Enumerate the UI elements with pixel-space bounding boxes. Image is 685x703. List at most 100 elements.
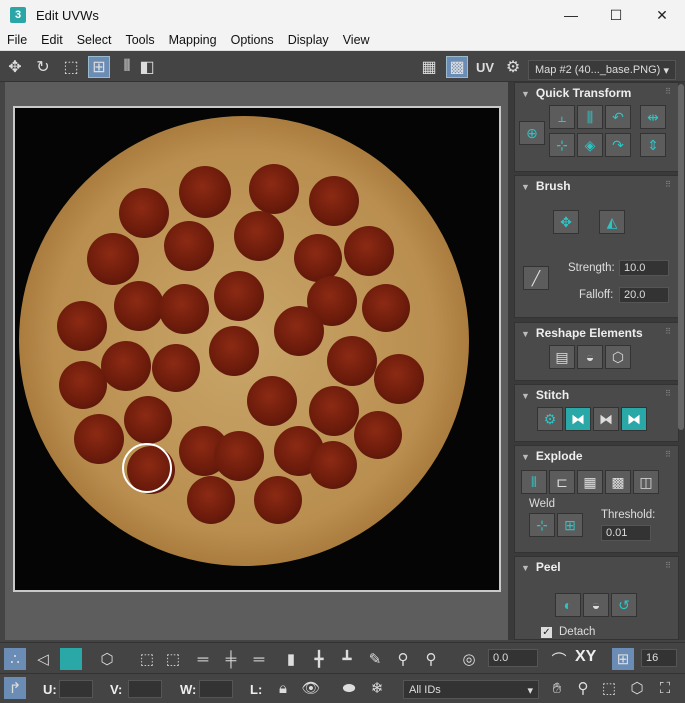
close-button[interactable]: ✕ <box>639 0 685 30</box>
menu-tools[interactable]: Tools <box>118 33 161 47</box>
grow-select-icon[interactable]: ⬚ <box>136 648 158 670</box>
falloff-spinner[interactable]: 20.0 <box>619 287 669 303</box>
align-vertical-icon[interactable]: ⫼ <box>577 105 603 129</box>
id-filter-dropdown[interactable]: All IDs ▾ <box>403 680 539 699</box>
menu-file[interactable]: File <box>0 33 34 47</box>
stitch-header[interactable]: ▼ Stitch <box>515 385 678 403</box>
straighten-icon[interactable]: ▤ <box>549 345 575 369</box>
rotate-icon[interactable]: ↻ <box>32 56 54 78</box>
pan-icon[interactable]: ✋︎ <box>546 677 568 699</box>
loop-icon[interactable]: ═ <box>192 648 214 670</box>
filter-icon[interactable]: ⬬ <box>338 677 360 699</box>
paint-grow-icon[interactable]: ⚲ <box>392 648 414 670</box>
grid-value-spinner[interactable]: 16 <box>641 649 677 667</box>
shrink-select-icon[interactable]: ⬚ <box>162 648 184 670</box>
stitch-average-icon[interactable]: ⧓ <box>593 407 619 431</box>
quick-transform-header[interactable]: ▼ Quick Transform <box>515 83 678 101</box>
ring-icon[interactable]: ╪ <box>220 648 242 670</box>
element-mode-icon[interactable]: ⬡ <box>96 648 118 670</box>
weld-selected-icon[interactable]: ⊹ <box>529 513 555 537</box>
space-horizontal-icon[interactable]: ⇹ <box>640 105 666 129</box>
break-icon[interactable]: ⫴ <box>521 470 547 494</box>
align-pivot-icon[interactable]: ⊹ <box>549 133 575 157</box>
mirror-icon[interactable]: ⫴ <box>116 56 138 78</box>
zoom-selected-icon[interactable]: ⛶ <box>654 677 676 699</box>
menu-options[interactable]: Options <box>224 33 281 47</box>
relax-icon[interactable]: ◒ <box>577 345 603 369</box>
xy-toggle[interactable]: XY <box>575 648 596 666</box>
stitch-target-icon[interactable]: ⧓ <box>621 407 647 431</box>
quick-peel-icon[interactable]: ◐ <box>555 593 581 617</box>
scale-icon[interactable]: ⬚ <box>60 56 82 78</box>
stitch-custom-icon[interactable]: ⚙ <box>537 407 563 431</box>
rotate-cw-icon[interactable]: ↷ <box>605 133 631 157</box>
falloff-curve-icon[interactable]: ╱ <box>523 266 549 290</box>
set-pivot-icon[interactable]: ⊕ <box>519 121 545 145</box>
freeze-icon[interactable]: ❄ <box>366 677 388 699</box>
threshold-spinner[interactable]: 0.01 <box>601 525 651 541</box>
zoom-region-icon[interactable]: ⬚ <box>598 677 620 699</box>
selected-uv-element[interactable] <box>122 443 172 493</box>
ring-grow-icon[interactable]: ╋ <box>308 648 330 670</box>
falloff-curve-icon[interactable]: ⌒ <box>548 648 570 670</box>
menu-edit[interactable]: Edit <box>34 33 70 47</box>
maximize-button[interactable]: ☐ <box>593 0 639 30</box>
split-icon[interactable]: ⊏ <box>549 470 575 494</box>
detach-checkbox[interactable]: ✓ <box>541 627 552 638</box>
brush-title: Brush <box>535 179 571 193</box>
loop-grow-icon[interactable]: ═ <box>248 648 270 670</box>
peel-header[interactable]: ▼ Peel <box>515 557 678 575</box>
show-map-icon[interactable]: ▩ <box>446 56 468 78</box>
soft-select-icon[interactable]: ◎ <box>458 648 480 670</box>
brush-header[interactable]: ▼ Brush <box>515 176 678 194</box>
hide-icon[interactable]: 👁︎ <box>300 677 322 699</box>
w-field[interactable] <box>199 680 233 698</box>
paint-move-icon[interactable]: ✥ <box>553 210 579 234</box>
paint-shrink-icon[interactable]: ⚲ <box>420 648 442 670</box>
stitch-source-icon[interactable]: ⧓ <box>565 407 591 431</box>
explode-header[interactable]: ▼ Explode <box>515 446 678 464</box>
lock-icon[interactable]: 🔒︎ <box>272 677 294 699</box>
menu-display[interactable]: Display <box>281 33 336 47</box>
align-horizontal-icon[interactable]: ⫠ <box>549 105 575 129</box>
zoom-icon[interactable]: ⚲ <box>572 677 594 699</box>
explode-square-icon[interactable]: ◫ <box>633 470 659 494</box>
edge-mode-icon[interactable]: ◁ <box>32 648 54 670</box>
weld-target-icon[interactable]: ⊞ <box>557 513 583 537</box>
move-icon[interactable]: ✥ <box>4 56 26 78</box>
map-dropdown[interactable]: Map #2 (40..._base.PNG) ▾ <box>528 60 676 80</box>
checker-icon[interactable]: ▦ <box>418 56 440 78</box>
soft-select-spinner[interactable]: 0.0 <box>488 649 538 667</box>
space-vertical-icon[interactable]: ⇕ <box>640 133 666 157</box>
explode-checker-icon[interactable]: ▩ <box>605 470 631 494</box>
mirror-vertical-icon[interactable]: ◧ <box>136 56 158 78</box>
peel-mode-icon[interactable]: ◒ <box>583 593 609 617</box>
map-settings-icon[interactable]: ⚙ <box>502 56 524 78</box>
vertex-mode-icon[interactable]: ∴ <box>4 648 26 670</box>
grid-align-icon[interactable]: ◈ <box>577 133 603 157</box>
menu-view[interactable]: View <box>336 33 377 47</box>
texture-canvas[interactable] <box>13 106 501 592</box>
strength-spinner[interactable]: 10.0 <box>619 260 669 276</box>
zoom-extents-icon[interactable]: ⬡ <box>626 677 648 699</box>
uv-toggle[interactable]: UV <box>474 56 496 78</box>
flatten-icon[interactable]: ⬡ <box>605 345 631 369</box>
explode-grid-icon[interactable]: ▦ <box>577 470 603 494</box>
panel-scrollbar[interactable] <box>678 84 684 430</box>
u-field[interactable] <box>59 680 93 698</box>
v-field[interactable] <box>128 680 162 698</box>
minimize-button[interactable]: — <box>548 0 594 30</box>
relax-brush-icon[interactable]: ◭ <box>599 210 625 234</box>
paint-select-icon[interactable]: ✎ <box>364 648 386 670</box>
peel-rollout: ▼ Peel ⠿ ◐ ◒ ↺ ✓ Detach <box>514 556 679 640</box>
menu-select[interactable]: Select <box>70 33 119 47</box>
reshape-header[interactable]: ▼ Reshape Elements <box>515 323 678 341</box>
menu-mapping[interactable]: Mapping <box>162 33 224 47</box>
freeform-icon[interactable]: ⊞ <box>88 56 110 78</box>
reset-peel-icon[interactable]: ↺ <box>611 593 637 617</box>
polygon-mode-icon[interactable] <box>60 648 82 670</box>
rotate-ccw-icon[interactable]: ↶ <box>605 105 631 129</box>
ring-shrink-icon[interactable]: ┻ <box>336 648 358 670</box>
absolute-offset-icon[interactable]: ↱ <box>4 677 26 699</box>
grid-snap-icon[interactable]: ⊞ <box>612 648 634 670</box>
